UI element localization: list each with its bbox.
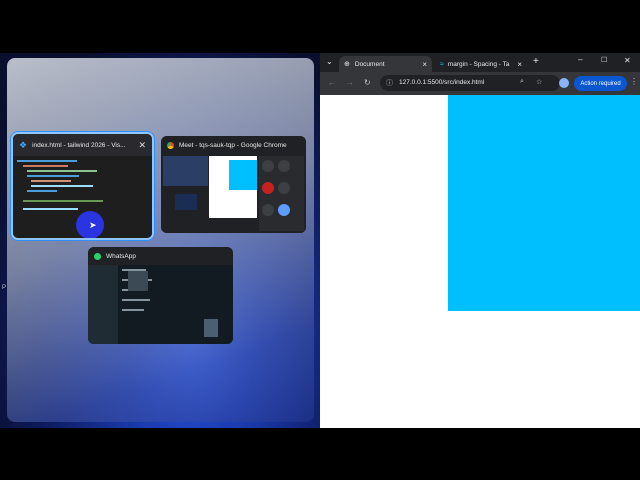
tab-search-icon[interactable]: ⌄ [326,57,333,66]
back-icon[interactable]: ← [328,78,336,87]
tab-document[interactable]: ⊕ Document × [339,56,432,72]
tailwind-icon: ≈ [440,60,444,68]
snap-window-header: WhatsApp [88,247,233,265]
chrome-icon [167,141,174,149]
snap-window-whatsapp[interactable]: WhatsApp [88,247,233,344]
tab-margin-spacing[interactable]: ≈ margin - Spacing - Ta × [436,56,526,72]
desktop-left-edge-text: P [2,285,7,291]
snap-window-vscode[interactable]: ❖ index.html - tailwind 2026 - Vis... ✕ … [11,132,154,240]
snap-window-chrome-meet[interactable]: Meet - tqs-sauk-tqp - Google Chrome [161,136,306,233]
close-icon[interactable]: × [517,60,522,69]
browser-toolbar: ← → ↻ ⓘ 127.0.0.1:5500/src/index.html ⌕ … [320,72,640,95]
snap-window-title: Meet - tqs-sauk-tqp - Google Chrome [179,141,287,149]
snap-assist-panel [7,58,314,422]
tab-label: margin - Spacing - Ta [447,60,510,68]
forward-icon[interactable]: → [346,78,354,87]
whatsapp-icon [94,252,101,260]
vscode-preview: ➤ [13,156,152,238]
meet-preview [161,154,306,233]
snap-window-header: ❖ index.html - tailwind 2026 - Vis... ✕ [13,134,152,156]
menu-icon[interactable]: ⋮ [630,77,638,86]
whatsapp-preview [88,265,233,344]
reload-icon[interactable]: ↻ [364,78,371,87]
address-bar[interactable]: ⓘ 127.0.0.1:5500/src/index.html ⌕ ☆ [380,75,560,91]
close-icon[interactable]: ✕ [138,140,146,151]
zoom-icon[interactable]: ⌕ [520,78,524,86]
close-icon[interactable]: × [422,60,427,69]
browser-window: ⌄ ⊕ Document × ≈ margin - Spacing - Ta ×… [320,53,640,428]
url-text: 127.0.0.1:5500/src/index.html [399,79,485,86]
profile-avatar[interactable] [559,78,569,88]
tab-label: Document [354,60,385,68]
close-window-icon[interactable]: ✕ [624,56,631,65]
minimize-icon[interactable]: – [578,55,582,64]
cyan-box [448,95,640,311]
bookmark-star-icon[interactable]: ☆ [536,78,542,86]
action-required-button[interactable]: Action required [574,76,627,91]
maximize-icon[interactable]: ☐ [601,56,607,64]
vscode-icon: ❖ [19,139,28,150]
tab-strip: ⌄ ⊕ Document × ≈ margin - Spacing - Ta ×… [320,53,640,72]
action-required-label: Action required [580,80,621,87]
snap-window-title: WhatsApp [106,252,136,260]
page-content [320,95,640,428]
snap-window-title: index.html - tailwind 2026 - Vis... [32,141,126,149]
snap-window-header: Meet - tqs-sauk-tqp - Google Chrome [161,136,306,154]
mouse-cursor-icon: ➤ [89,220,97,230]
site-info-icon[interactable]: ⓘ [386,78,393,88]
new-tab-button[interactable]: + [533,56,539,67]
globe-icon: ⊕ [344,61,350,68]
